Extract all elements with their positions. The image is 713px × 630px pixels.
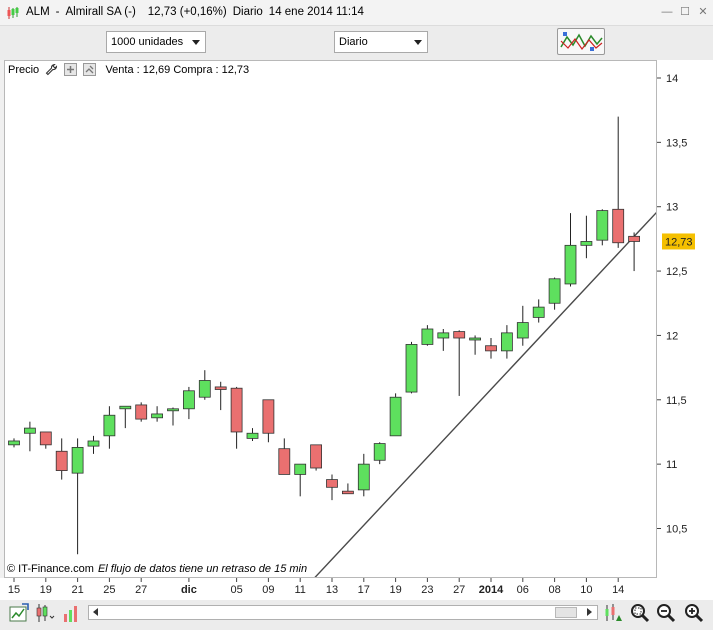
title-bar: ALM - Almirall SA (-) 12,73 (+0,16%) Diario 1… xyxy=(0,0,713,26)
scroll-thumb[interactable] xyxy=(555,607,577,618)
chart-plot-frame[interactable] xyxy=(4,60,657,578)
price-axis[interactable] xyxy=(657,60,713,578)
date-axis[interactable] xyxy=(0,578,713,600)
scroll-left-icon[interactable] xyxy=(93,608,98,616)
zoom-in-icon[interactable] xyxy=(683,602,705,624)
indicators-icon xyxy=(560,32,603,51)
time-scrollbar[interactable] xyxy=(88,605,598,620)
zoom-out-icon[interactable] xyxy=(655,602,677,624)
indicators-button[interactable] xyxy=(557,28,605,55)
close-icon[interactable]: ✕ xyxy=(696,5,710,19)
company-name: Almirall SA (-) xyxy=(65,6,136,18)
price-change: 12,73 (+0,16%) xyxy=(147,6,227,18)
bid-ask-quote: Venta : 12,69 Compra : 12,73 xyxy=(105,63,250,76)
chart-app-icon xyxy=(7,7,19,19)
indicator-chart-icon[interactable] xyxy=(603,602,625,624)
ticker-symbol: ALM xyxy=(26,6,50,18)
maximize-icon[interactable]: ☐ xyxy=(678,5,692,19)
chevron-down-icon xyxy=(414,40,422,45)
period-label: Diario xyxy=(232,6,263,18)
datetime-label: 14 ene 2014 11:14 xyxy=(268,6,364,18)
period-select[interactable]: Diario xyxy=(334,31,428,53)
scroll-right-icon[interactable] xyxy=(587,608,592,616)
chart-legend: Precio Venta : 12,69 Compra : 12,73 xyxy=(8,63,249,76)
chart-export-icon[interactable] xyxy=(8,602,30,624)
period-select-value: Diario xyxy=(339,36,368,48)
minimize-icon[interactable]: — xyxy=(660,5,674,19)
add-indicator-icon[interactable] xyxy=(64,63,78,76)
units-select[interactable]: 1000 unidades xyxy=(106,31,206,53)
title-separator: - xyxy=(55,6,60,18)
delay-note: El flujo de datos tiene un retraso de 15… xyxy=(97,563,308,575)
chart-type-icon[interactable] xyxy=(34,602,56,624)
chevron-down-icon xyxy=(192,40,200,45)
data-source-note: © IT-Finance.com El flujo de datos tiene … xyxy=(7,563,307,575)
wrench-icon[interactable] xyxy=(45,63,58,76)
chart-toolbar: 1000 unidades Diario xyxy=(0,26,713,60)
units-select-value: 1000 unidades xyxy=(111,36,184,48)
window-title: ALM - Almirall SA (-) 12,73 (+0,16%) Diario 1… xyxy=(26,6,370,18)
settings-icon[interactable] xyxy=(83,63,97,76)
legend-label: Precio xyxy=(8,63,40,76)
zoom-area-icon[interactable] xyxy=(629,602,651,624)
volume-bars-icon[interactable] xyxy=(60,602,82,624)
copyright-text: © IT-Finance.com xyxy=(7,563,94,575)
